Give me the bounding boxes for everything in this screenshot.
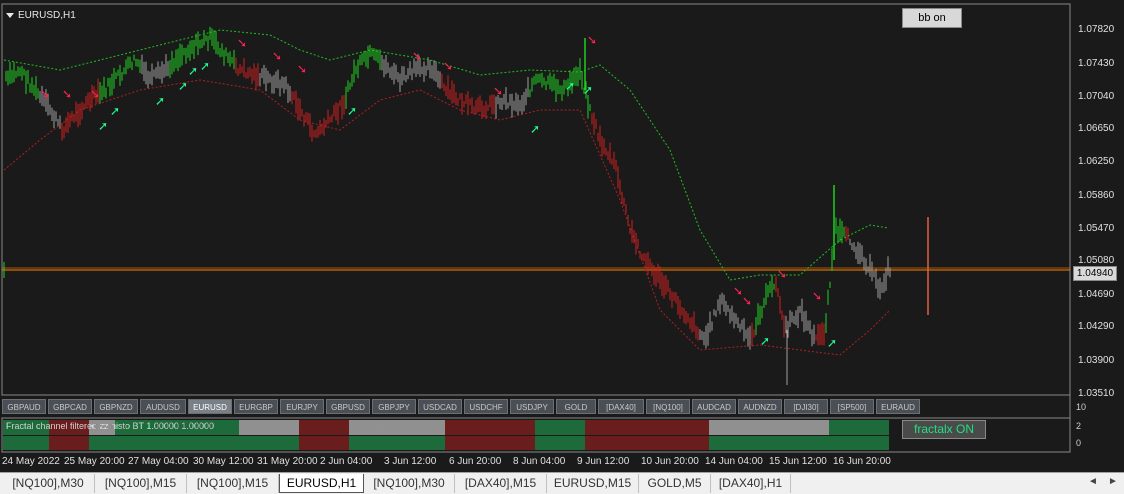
time-axis-label: 6 Jun 20:00 — [449, 456, 502, 467]
symbol-button-gold[interactable]: GOLD — [556, 399, 596, 414]
time-axis-label: 3 Jun 12:00 — [384, 456, 437, 467]
subwindow-scale-bottom: 0 — [1076, 438, 1082, 448]
chart-tab[interactable]: [NQ100],M15 — [95, 474, 187, 493]
down-arrow-icon: ➘ — [40, 87, 50, 101]
price-axis-label: 1.06650 — [1078, 123, 1115, 134]
chart-window[interactable]: ➚ ➚ ➚ ➚ ➚ ➚ ➚ ➚ ➚ ➚ ➚ ➚ ➘ ➘ ➘ ➘ ➘ ➘ ➘ ➘ ➘ ➘ ➘ ➘ ➘ ➘ EURUSD,H1 bb … — [0, 0, 1124, 472]
symbol-button-eurjpy[interactable]: EURJPY — [280, 399, 324, 414]
lower-band — [3, 79, 891, 356]
time-axis-label: 10 Jun 20:00 — [641, 456, 699, 467]
price-axis-label: 1.06250 — [1078, 156, 1115, 167]
up-arrow-icon: ➚ — [155, 94, 165, 108]
scroll-right-icon[interactable]: ► — [1108, 476, 1118, 487]
chart-tab[interactable]: [DAX40],H1 — [711, 474, 791, 493]
symbol-switcher-bar: GBPAUD GBPCAD GBPNZD AUDUSD EURUSD EURGBP EURJ… — [2, 398, 1070, 416]
price-axis-label: 1.07040 — [1078, 91, 1115, 102]
indicator-label: Fractal channel filtered zz histo BT 1.0… — [6, 421, 214, 431]
up-arrow-icon: ➚ — [530, 122, 540, 136]
time-axis-label: 30 May 12:00 — [193, 456, 254, 467]
chart-tab[interactable]: [NQ100],M15 — [187, 474, 279, 493]
price-axis-label: 1.04690 — [1078, 289, 1115, 300]
chart-tab[interactable]: [DAX40],M15 — [455, 474, 547, 493]
down-arrow-icon: ➘ — [812, 289, 822, 303]
current-price-label: 1.04940 — [1073, 266, 1117, 281]
time-axis-label: 2 Jun 04:00 — [320, 456, 373, 467]
down-arrow-icon: ➘ — [587, 33, 597, 47]
time-axis-label: 25 May 20:00 — [64, 456, 125, 467]
time-axis-label: 9 Jun 12:00 — [577, 456, 630, 467]
price-axis-label: 1.07430 — [1078, 58, 1115, 69]
time-axis-label: 15 Jun 12:00 — [769, 456, 827, 467]
time-axis-label: 24 May 2022 — [2, 456, 60, 467]
symbol-button-usdchf[interactable]: USDCHF — [464, 399, 508, 414]
symbol-button-dji30[interactable]: [DJI30] — [784, 399, 828, 414]
symbol-button-nq100[interactable]: [NQ100] — [646, 399, 690, 414]
symbol-button-audcad[interactable]: AUDCAD — [692, 399, 736, 414]
up-arrow-icon: ➚ — [200, 59, 210, 73]
price-axis-label: 1.07820 — [1078, 24, 1115, 35]
subwindow-scale-top: 10 — [1076, 402, 1087, 412]
chart-tab[interactable]: GOLD,M5 — [639, 474, 711, 493]
time-axis-label: 31 May 20:00 — [257, 456, 318, 467]
symbol-button-gbpnzd[interactable]: GBPNZD — [94, 399, 138, 414]
down-arrow-icon: ➘ — [297, 62, 307, 76]
down-arrow-icon: ➘ — [237, 36, 247, 50]
down-arrow-icon: ➘ — [90, 87, 100, 101]
time-axis-label: 16 Jun 20:00 — [833, 456, 891, 467]
chart-title[interactable]: EURUSD,H1 — [6, 10, 76, 21]
down-arrow-icon: ➘ — [272, 49, 282, 63]
down-arrow-icon: ➘ — [493, 84, 503, 98]
time-axis-label: 14 Jun 04:00 — [705, 456, 763, 467]
up-arrow-icon: ➚ — [188, 64, 198, 78]
down-arrow-icon: ➘ — [742, 294, 752, 308]
symbol-button-gbpaud[interactable]: GBPAUD — [2, 399, 46, 414]
up-arrow-icon: ➚ — [178, 79, 188, 93]
chart-tabs-bar: ◄ ► [NQ100],M30 [NQ100],M15 [NQ100],M15 EUR… — [0, 472, 1124, 494]
chart-symbol-label: EURUSD,H1 — [18, 10, 76, 21]
down-arrow-icon: ➘ — [62, 87, 72, 101]
up-arrow-icon: ➚ — [110, 104, 120, 118]
symbol-button-gbpcad[interactable]: GBPCAD — [48, 399, 92, 414]
symbol-button-euraud[interactable]: EURAUD — [876, 399, 920, 414]
up-arrow-icon: ➚ — [347, 104, 357, 118]
symbol-button-gbpusd[interactable]: GBPUSD — [326, 399, 370, 414]
chart-tab[interactable]: [NQ100],M30 — [2, 474, 95, 493]
up-arrow-icon: ➚ — [583, 83, 593, 97]
up-arrow-icon: ➚ — [827, 336, 837, 350]
symbol-button-eurgbp[interactable]: EURGBP — [234, 399, 278, 414]
chart-tab[interactable]: EURUSD,M15 — [547, 474, 639, 493]
symbol-button-usdcad[interactable]: USDCAD — [418, 399, 462, 414]
fractalx-toggle-button[interactable]: fractalx ON — [902, 420, 986, 439]
price-axis-label: 1.05470 — [1078, 223, 1115, 234]
subwindow-scale-mid: 2 — [1076, 421, 1082, 431]
up-arrow-icon: ➚ — [760, 334, 770, 348]
scroll-left-icon[interactable]: ◄ — [1088, 476, 1098, 487]
symbol-button-gbpjpy[interactable]: GBPJPY — [372, 399, 416, 414]
down-arrow-icon: ➘ — [777, 267, 787, 281]
time-axis-label: 8 Jun 04:00 — [513, 456, 566, 467]
symbol-button-eurusd[interactable]: EURUSD — [188, 399, 232, 414]
symbol-button-audnzd[interactable]: AUDNZD — [738, 399, 782, 414]
chart-tab[interactable]: [NQ100],M30 — [364, 474, 455, 493]
symbol-button-audusd[interactable]: AUDUSD — [140, 399, 186, 414]
price-axis-label: 1.05860 — [1078, 190, 1115, 201]
time-axis-label: 27 May 04:00 — [128, 456, 189, 467]
dropdown-triangle-icon[interactable] — [6, 12, 14, 18]
symbol-button-sp500[interactable]: [SP500] — [830, 399, 874, 414]
bb-toggle-button[interactable]: bb on — [902, 8, 962, 28]
chart-tab[interactable]: EURUSD,H1 — [279, 474, 364, 493]
price-axis-label: 1.03510 — [1078, 388, 1115, 399]
price-axis-label: 1.04290 — [1078, 321, 1115, 332]
down-arrow-icon: ➘ — [443, 59, 453, 73]
up-arrow-icon: ➚ — [565, 79, 575, 93]
symbol-button-dax40[interactable]: [DAX40] — [598, 399, 644, 414]
up-arrow-icon: ➚ — [98, 119, 108, 133]
symbol-button-usdjpy[interactable]: USDJPY — [510, 399, 554, 414]
down-arrow-icon: ➘ — [412, 49, 422, 63]
price-axis-label: 1.03900 — [1078, 355, 1115, 366]
